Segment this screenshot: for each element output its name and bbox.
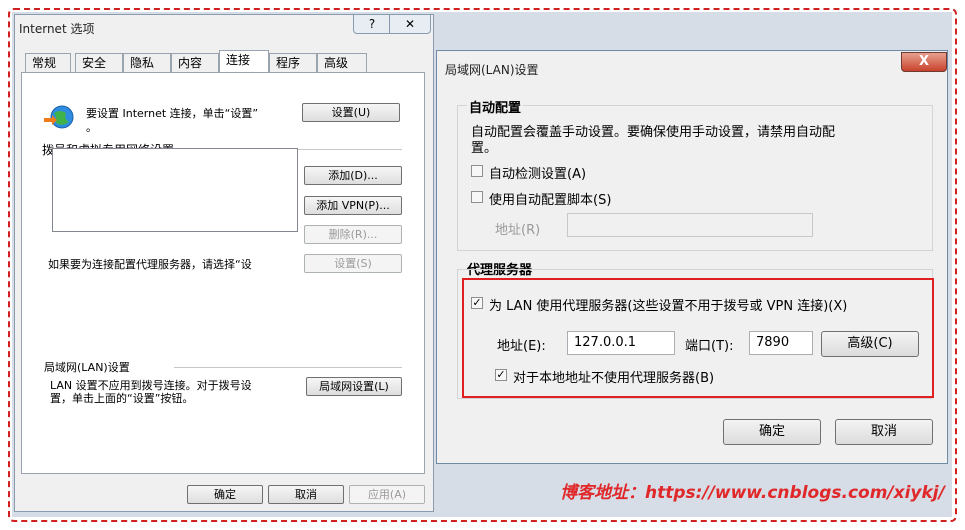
screenshot-border xyxy=(8,8,957,522)
blog-url-text: 博客地址：https://www.cnblogs.com/xiykj/ xyxy=(560,483,945,503)
